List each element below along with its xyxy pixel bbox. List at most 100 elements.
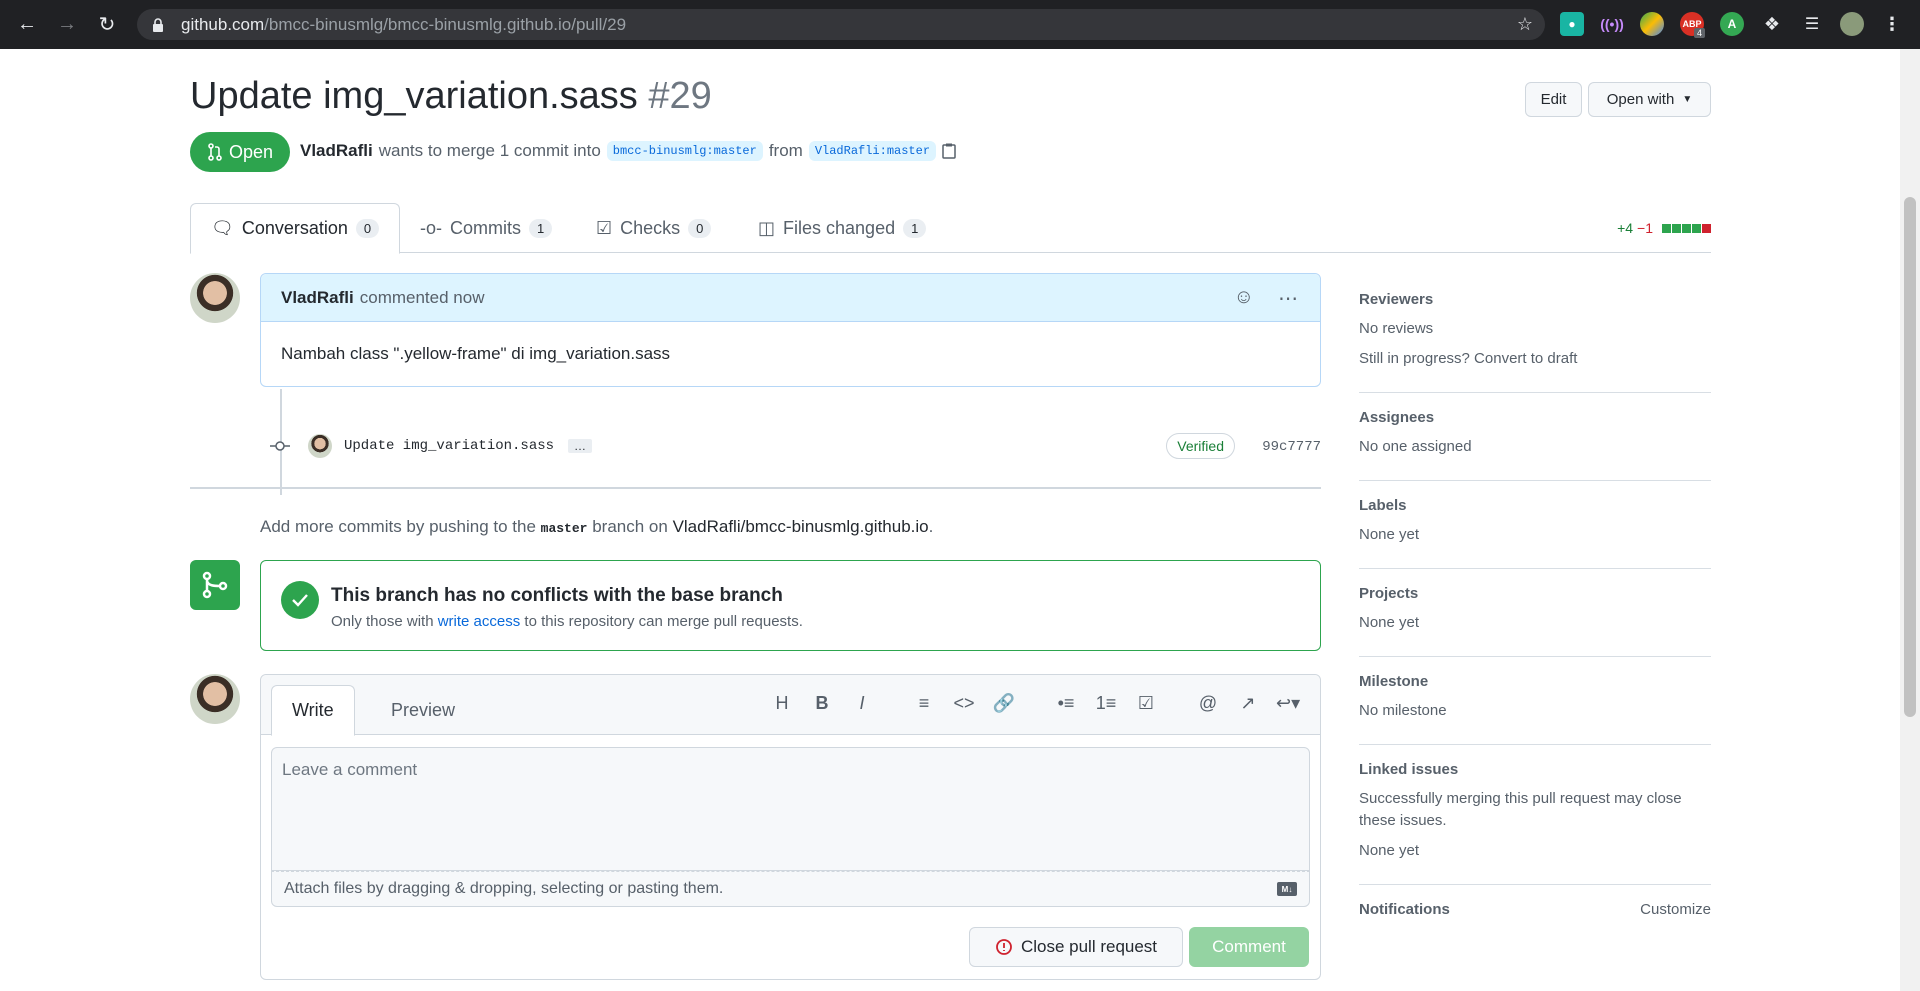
browser-menu-icon[interactable]: ⋮ <box>1880 12 1904 36</box>
tab-conversation[interactable]: 🗨 Conversation 0 <box>190 203 401 254</box>
linked-issues-heading: Linked issues <box>1359 761 1459 778</box>
address-bar[interactable]: github.com/bmcc-binusmlg/bmcc-binusmlg.g… <box>137 9 1545 40</box>
copy-icon[interactable] <box>942 143 956 159</box>
comment-author[interactable]: VladRafli <box>281 288 354 308</box>
page-content: Update img_variation.sass #29 Edit Open … <box>0 49 1900 991</box>
customize-notifications-link[interactable]: Customize <box>1640 901 1711 918</box>
mention-icon[interactable]: @ <box>1196 693 1220 714</box>
pr-title: Update img_variation.sass #29 <box>190 75 712 117</box>
commit-expand-button[interactable]: … <box>568 439 593 453</box>
ordered-list-icon[interactable]: 1≡ <box>1094 693 1118 714</box>
url-text: github.com/bmcc-binusmlg/bmcc-binusmlg.g… <box>181 14 627 34</box>
file-diff-icon: ◫ <box>758 217 776 238</box>
unordered-list-icon[interactable]: •≡ <box>1054 693 1078 714</box>
reading-list-icon[interactable]: ☰ <box>1800 12 1824 36</box>
link-icon[interactable]: 🔗 <box>992 693 1016 714</box>
reviewers-heading[interactable]: Reviewers <box>1359 291 1711 308</box>
caret-down-icon: ▼ <box>1682 94 1693 105</box>
tab-files-changed[interactable]: ◫ Files changed 1 <box>738 203 946 253</box>
merge-status-sub: Only those with write access to this rep… <box>331 613 803 630</box>
sidebar-notifications: Notifications Customize <box>1359 901 1711 918</box>
heading-icon[interactable]: H <box>770 693 794 714</box>
tab-preview[interactable]: Preview <box>371 685 475 736</box>
comment-timestamp[interactable]: commented now <box>360 288 485 308</box>
task-list-icon[interactable]: ☑ <box>1134 693 1158 714</box>
extension-broadcast-icon[interactable]: ((•)) <box>1600 12 1624 36</box>
repo-link[interactable]: VladRafli/bmcc-binusmlg.github.io <box>673 517 929 536</box>
verified-badge[interactable]: Verified <box>1166 433 1235 459</box>
author-avatar[interactable] <box>190 273 240 323</box>
diffstat-blocks <box>1661 220 1711 236</box>
bookmark-star-icon[interactable]: ☆ <box>1517 14 1533 35</box>
extensions-puzzle-icon[interactable]: ❖ <box>1760 12 1784 36</box>
diffstat: +4 −1 <box>1617 220 1711 236</box>
forward-icon[interactable]: → <box>49 6 85 42</box>
write-access-link[interactable]: write access <box>438 613 521 630</box>
pr-author-link[interactable]: VladRafli <box>300 141 373 161</box>
quote-icon[interactable]: ≡ <box>912 693 936 714</box>
commit-author-avatar[interactable] <box>308 434 332 458</box>
commit-message[interactable]: Update img_variation.sass <box>344 438 554 454</box>
adblock-badge: 4 <box>1694 28 1706 38</box>
reload-icon[interactable]: ↻ <box>89 6 125 42</box>
labels-heading[interactable]: Labels <box>1359 497 1711 514</box>
projects-heading[interactable]: Projects <box>1359 585 1711 602</box>
attach-files-area[interactable]: Attach files by dragging & dropping, sel… <box>271 871 1310 907</box>
reaction-smiley-icon[interactable]: ☺ <box>1234 286 1254 311</box>
push-note: Add more commits by pushing to the maste… <box>260 517 934 536</box>
cross-reference-icon[interactable]: ↗ <box>1236 693 1260 714</box>
comment-submit-button[interactable]: Comment <box>1189 927 1309 967</box>
extension-key-icon[interactable]: ● <box>1560 12 1584 36</box>
back-icon[interactable]: ← <box>9 6 45 42</box>
convert-to-draft-link[interactable]: Still in progress? Convert to draft <box>1359 348 1711 370</box>
reply-icon[interactable]: ↩▾ <box>1276 693 1300 714</box>
tab-checks[interactable]: ☑ Checks 0 <box>576 203 731 253</box>
comment-editor: Write Preview H B I ≡ <> 🔗 •≡ 1≡ ☑ @ ↗ ↩… <box>260 674 1321 980</box>
tab-commits[interactable]: -o- Commits 1 <box>400 203 572 253</box>
edit-button[interactable]: Edit <box>1525 82 1582 117</box>
comment-body: Nambah class ".yellow-frame" di img_vari… <box>281 344 671 363</box>
pull-request-icon <box>208 143 222 161</box>
bold-icon[interactable]: B <box>810 693 834 714</box>
kebab-menu-icon[interactable]: ⋯ <box>1278 286 1298 311</box>
extension-a-icon[interactable]: A <box>1720 12 1744 36</box>
assignees-heading[interactable]: Assignees <box>1359 409 1711 426</box>
check-circle-icon <box>281 581 319 619</box>
comment-box: VladRafli commented now ☺ ⋯ Nambah class… <box>260 273 1321 387</box>
sidebar-linked-issues: Linked issues Successfully merging this … <box>1359 761 1711 885</box>
close-pull-request-button[interactable]: Close pull request <box>969 927 1183 967</box>
commit-node-icon <box>270 441 290 451</box>
extension-colorful-icon[interactable] <box>1640 12 1664 36</box>
merge-status-box: This branch has no conflicts with the ba… <box>260 560 1321 651</box>
merge-status-heading: This branch has no conflicts with the ba… <box>331 585 783 606</box>
pr-sidebar: Reviewers No reviews Still in progress? … <box>1359 291 1711 928</box>
italic-icon[interactable]: I <box>850 693 874 714</box>
pr-meta: VladRafli wants to merge 1 commit into b… <box>300 141 956 161</box>
scrollbar-thumb[interactable] <box>1904 197 1916 717</box>
sidebar-labels: Labels None yet <box>1359 497 1711 569</box>
comment-textarea[interactable]: Leave a comment <box>271 747 1310 871</box>
code-icon[interactable]: <> <box>952 693 976 714</box>
markdown-icon[interactable]: M↓ <box>1277 882 1297 896</box>
base-branch[interactable]: bmcc-binusmlg:master <box>606 141 763 161</box>
editor-toolbar: Write Preview H B I ≡ <> 🔗 •≡ 1≡ ☑ @ ↗ ↩… <box>261 675 1320 736</box>
pr-state-badge: Open <box>190 132 290 172</box>
milestone-heading[interactable]: Milestone <box>1359 673 1711 690</box>
current-user-avatar[interactable] <box>190 674 240 724</box>
git-merge-icon <box>190 560 240 610</box>
sidebar-reviewers: Reviewers No reviews Still in progress? … <box>1359 291 1711 393</box>
commit-icon: -o- <box>420 217 442 238</box>
pr-tabs: 🗨 Conversation 0 -o- Commits 1 ☑ Checks 0 ◫… <box>190 203 1711 254</box>
tab-write[interactable]: Write <box>271 685 355 736</box>
page-scrollbar[interactable] <box>1900 49 1920 991</box>
sidebar-milestone: Milestone No milestone <box>1359 673 1711 745</box>
commit-sha[interactable]: 99c7777 <box>1262 439 1321 455</box>
checklist-icon: ☑ <box>596 217 613 238</box>
timeline-divider <box>190 487 1321 489</box>
sidebar-projects: Projects None yet <box>1359 585 1711 657</box>
browser-toolbar: ← → ↻ github.com/bmcc-binusmlg/bmcc-binu… <box>0 0 1920 49</box>
profile-avatar-icon[interactable] <box>1840 12 1864 36</box>
sidebar-assignees: Assignees No one assigned <box>1359 409 1711 481</box>
head-branch[interactable]: VladRafli:master <box>808 141 937 161</box>
open-with-button[interactable]: Open with ▼ <box>1588 82 1711 117</box>
